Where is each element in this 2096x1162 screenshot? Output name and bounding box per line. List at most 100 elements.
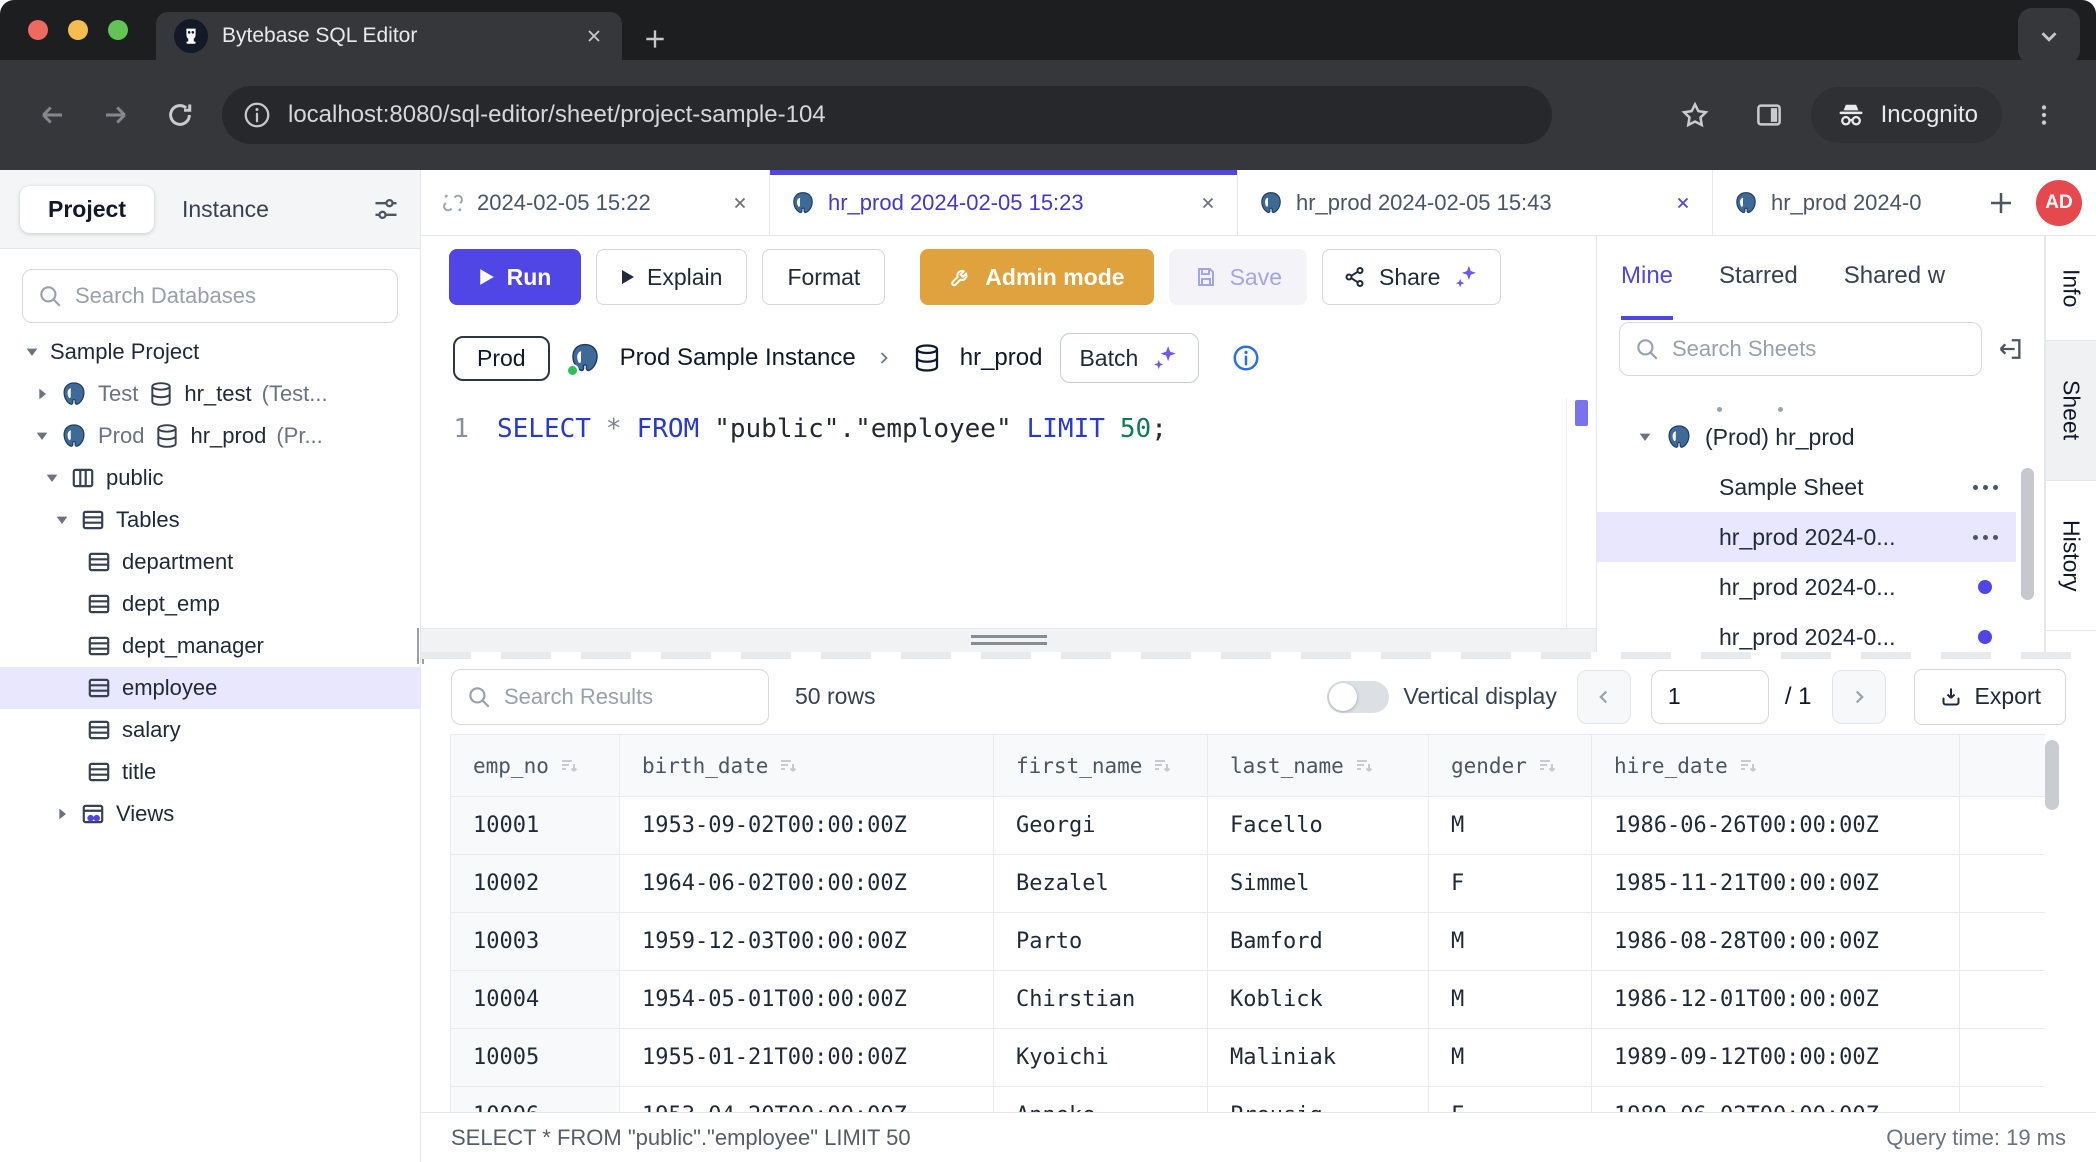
- info-circle-icon[interactable]: [1231, 343, 1261, 373]
- sql-editor[interactable]: 1 SELECT * FROM "public"."employee" LIMI…: [421, 398, 1596, 628]
- explain-button[interactable]: Explain: [596, 249, 747, 305]
- tree-table-department[interactable]: department: [0, 541, 420, 583]
- new-tab-button[interactable]: [642, 26, 668, 52]
- sheet-row-partial-top[interactable]: [1597, 390, 2016, 412]
- column-header-gender[interactable]: gender: [1429, 735, 1592, 797]
- save-button[interactable]: Save: [1169, 249, 1307, 305]
- results-scrollbar-thumb[interactable]: [2045, 740, 2059, 810]
- panel-collapse-icon[interactable]: [1996, 335, 2024, 363]
- tab-sheet[interactable]: Sheet: [2045, 341, 2096, 481]
- page-number-input[interactable]: [1651, 670, 1769, 724]
- back-button[interactable]: [20, 100, 84, 130]
- tree-table-title[interactable]: title: [0, 751, 420, 793]
- tree-views-group[interactable]: Views: [0, 793, 420, 835]
- tree-db-hr-prod[interactable]: Prod hr_prod (Pr...: [0, 415, 420, 457]
- column-header-emp-no[interactable]: emp_no: [451, 735, 620, 797]
- browser-tab[interactable]: Bytebase SQL Editor: [156, 12, 622, 60]
- close-tab-icon[interactable]: [1199, 194, 1217, 212]
- url-bar[interactable]: localhost:8080/sql-editor/sheet/project-…: [222, 86, 1552, 144]
- close-window-button[interactable]: [28, 20, 48, 40]
- sort-icon[interactable]: [559, 756, 579, 776]
- sheet-search-input[interactable]: [1672, 336, 1967, 362]
- tree-project-row[interactable]: Sample Project: [0, 331, 420, 373]
- caret-down-icon[interactable]: [1637, 429, 1653, 445]
- sheet-group-hr-prod[interactable]: (Prod) hr_prod: [1597, 412, 2016, 462]
- sort-icon[interactable]: [1152, 756, 1172, 776]
- sheet-item-selected[interactable]: hr_prod 2024-0...: [1597, 512, 2016, 562]
- database-search-input[interactable]: [75, 283, 383, 309]
- tree-tables-group[interactable]: Tables: [0, 499, 420, 541]
- tab-mine[interactable]: Mine: [1621, 236, 1673, 320]
- tree-table-dept-manager[interactable]: dept_manager: [0, 625, 420, 667]
- instance-name[interactable]: Prod Sample Instance: [620, 344, 856, 372]
- editor-tab-3[interactable]: hr_prod 2024-02-05 15:43: [1238, 170, 1713, 235]
- sort-icon[interactable]: [1738, 756, 1758, 776]
- tab-project[interactable]: Project: [20, 186, 154, 233]
- editor-tab-4[interactable]: hr_prod 2024-0: [1713, 170, 1956, 235]
- add-sheet-plus-icon[interactable]: [1986, 188, 2016, 218]
- sheet-list-scrollbar-thumb[interactable]: [2021, 468, 2034, 600]
- column-header-hire-date[interactable]: hire_date: [1592, 735, 1960, 797]
- zoom-window-button[interactable]: [108, 20, 128, 40]
- database-name[interactable]: hr_prod: [960, 344, 1043, 372]
- browser-menu-kebab-icon[interactable]: [2012, 102, 2076, 128]
- caret-down-icon[interactable]: [24, 344, 40, 360]
- user-avatar[interactable]: AD: [2036, 180, 2082, 226]
- editor-tab-1[interactable]: 2024-02-05 15:22: [421, 170, 770, 235]
- tree-table-employee[interactable]: employee: [0, 667, 420, 709]
- caret-right-icon[interactable]: [34, 386, 50, 402]
- reload-button[interactable]: [148, 100, 212, 130]
- tab-search-chevron-button[interactable]: [2018, 8, 2080, 64]
- prev-page-button[interactable]: [1577, 670, 1631, 724]
- column-header-first-name[interactable]: first_name: [994, 735, 1208, 797]
- tab-starred[interactable]: Starred: [1719, 236, 1798, 320]
- export-button[interactable]: Export: [1914, 669, 2066, 725]
- sheet-item-sample[interactable]: Sample Sheet: [1597, 462, 2016, 512]
- sheet-search[interactable]: [1619, 322, 1982, 376]
- tab-shared[interactable]: Shared w: [1844, 236, 1945, 320]
- column-header-birth-date[interactable]: birth_date: [620, 735, 994, 797]
- vertical-display-toggle[interactable]: [1327, 681, 1389, 713]
- more-menu-icon[interactable]: [1973, 535, 2016, 540]
- side-panel-icon[interactable]: [1737, 100, 1801, 130]
- editor-scrollbar[interactable]: [1566, 398, 1596, 628]
- next-page-button[interactable]: [1832, 670, 1886, 724]
- forward-button[interactable]: [84, 100, 148, 130]
- bookmark-star-icon[interactable]: [1663, 100, 1727, 130]
- tab-history[interactable]: History: [2045, 481, 2096, 631]
- admin-mode-button[interactable]: Admin mode: [920, 249, 1153, 305]
- editor-tab-2-active[interactable]: hr_prod 2024-02-05 15:23: [770, 170, 1238, 235]
- url-text[interactable]: localhost:8080/sql-editor/sheet/project-…: [288, 101, 826, 129]
- format-button[interactable]: Format: [762, 249, 885, 305]
- close-tab-icon[interactable]: [584, 26, 604, 46]
- tree-schema-public[interactable]: public: [0, 457, 420, 499]
- more-menu-icon[interactable]: [1973, 485, 2016, 490]
- tree-table-dept-emp[interactable]: dept_emp: [0, 583, 420, 625]
- sheet-item-unsaved-1[interactable]: hr_prod 2024-0...: [1597, 562, 2016, 612]
- close-tab-icon[interactable]: [731, 194, 749, 212]
- database-search[interactable]: [22, 269, 398, 323]
- tree-table-salary[interactable]: salary: [0, 709, 420, 751]
- caret-down-icon[interactable]: [34, 428, 50, 444]
- caret-down-icon[interactable]: [44, 470, 60, 486]
- sort-icon[interactable]: [1537, 756, 1557, 776]
- share-button[interactable]: Share: [1322, 249, 1501, 305]
- minimize-window-button[interactable]: [68, 20, 88, 40]
- results-search-input[interactable]: [504, 684, 754, 710]
- tab-info[interactable]: Info: [2045, 236, 2096, 341]
- tree-db-hr-test[interactable]: Test hr_test (Test...: [0, 373, 420, 415]
- sheet-item-unsaved-2[interactable]: hr_prod 2024-0...: [1597, 612, 2016, 652]
- divider-grip[interactable]: [971, 635, 1047, 645]
- editor-scrollbar-thumb[interactable]: [1575, 400, 1588, 426]
- results-search[interactable]: [451, 669, 769, 725]
- environment-chip[interactable]: Prod: [453, 336, 550, 381]
- editor-results-divider[interactable]: [421, 628, 1596, 652]
- sort-icon[interactable]: [1354, 756, 1374, 776]
- column-header-last-name[interactable]: last_name: [1208, 735, 1429, 797]
- sort-icon[interactable]: [778, 756, 798, 776]
- tab-instance[interactable]: Instance: [154, 186, 297, 233]
- caret-down-icon[interactable]: [54, 512, 70, 528]
- filter-sliders-icon[interactable]: [372, 195, 400, 223]
- close-tab-icon[interactable]: [1674, 194, 1692, 212]
- run-button[interactable]: Run: [449, 249, 581, 305]
